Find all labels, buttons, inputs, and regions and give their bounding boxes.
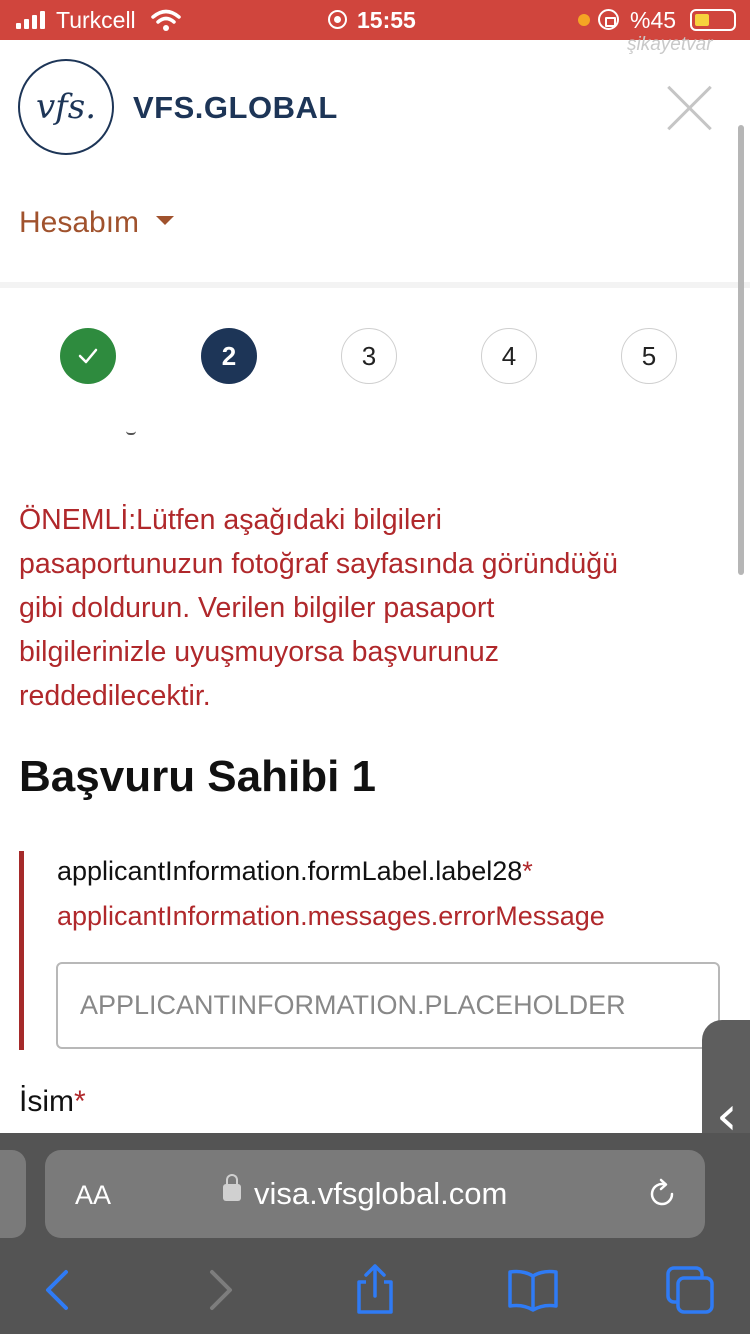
cellular-signal-icon [16,11,45,29]
bookmarks-icon[interactable] [505,1262,561,1318]
required-asterisk: * [522,856,533,886]
lock-icon [223,1174,241,1201]
clock: 15:55 [357,7,416,33]
carrier-name: Turkcell [56,7,136,33]
reload-icon[interactable] [645,1177,679,1211]
caret-down-icon [156,215,175,225]
step-3[interactable]: 3 [341,328,397,384]
name-label-text: İsim [19,1085,74,1118]
scrollbar[interactable] [738,125,744,575]
required-asterisk: * [74,1085,86,1118]
wifi-icon [151,9,181,31]
account-label: Hesabım [19,206,140,239]
important-notice: ÖNEMLİ:Lütfen aşağıdaki bilgileri pasapo… [19,504,618,712]
name-field-label: İsim* [19,1085,86,1119]
battery-icon [690,9,736,31]
back-icon[interactable] [30,1262,86,1318]
field-error-message: applicantInformation.messages.errorMessa… [57,901,605,931]
share-icon[interactable] [347,1262,403,1318]
account-menu[interactable]: Hesabım [19,206,175,240]
url-text: visa.vfsglobal.com [254,1176,508,1211]
orientation-lock-icon [598,9,619,30]
step-4[interactable]: 4 [481,328,537,384]
step-1-completed[interactable] [60,328,116,384]
check-icon [78,348,98,364]
text-size-button[interactable]: AA [75,1180,111,1211]
privacy-indicator-icon [578,14,590,26]
forward-icon[interactable] [192,1262,248,1318]
close-icon[interactable] [664,82,716,134]
header-divider [0,282,750,288]
section-title: Başvuru Sahibi 1 [19,752,377,801]
screen: Turkcell 15:55 %45 şikayetvar vfs. VFS.G… [0,0,750,1334]
field-label: applicantInformation.formLabel.label28* [57,856,533,887]
error-indicator-bar [19,851,24,1050]
clipped-text-fragment [126,431,136,435]
logo-mark: vfs. [35,87,97,127]
tabs-icon[interactable] [662,1262,718,1318]
watermark: şikayetvar [627,34,713,55]
screen-recording-icon [328,10,347,29]
brand-name: VFS.GLOBAL [133,90,338,125]
step-5[interactable]: 5 [621,328,677,384]
battery-percent: %45 [630,7,677,33]
step-2-active[interactable]: 2 [201,328,257,384]
address-bar[interactable]: AA visa.vfsglobal.com [45,1150,705,1238]
previous-tab-preview[interactable] [0,1150,26,1238]
field-label-text: applicantInformation.formLabel.label28 [57,856,523,886]
vfs-logo[interactable]: vfs. [18,59,114,155]
applicant-text-input[interactable]: APPLICANTINFORMATION.PLACEHOLDER [56,962,720,1049]
